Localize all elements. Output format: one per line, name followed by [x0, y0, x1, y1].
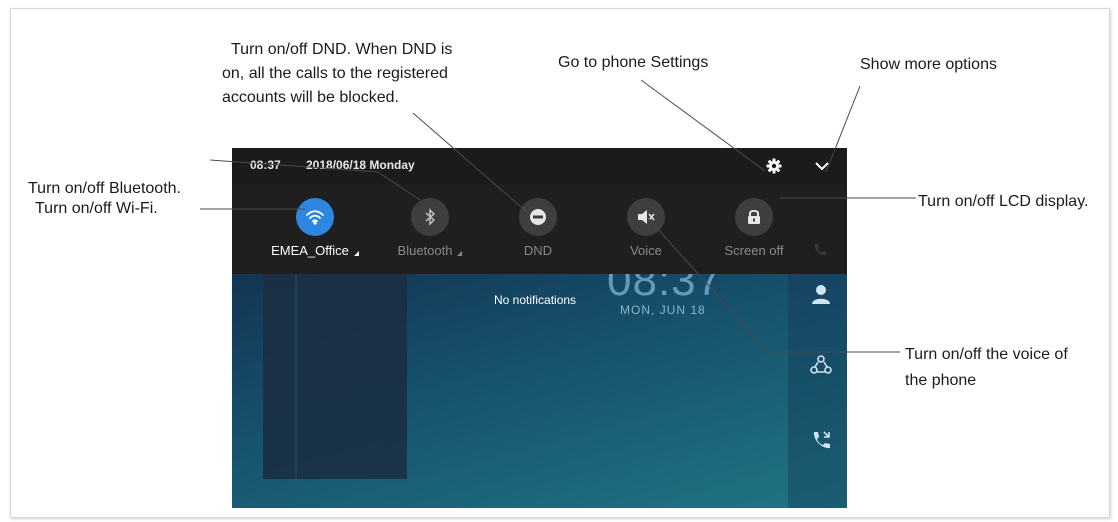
screen-off-toggle[interactable]: Screen off	[704, 198, 804, 268]
speaker-muted-icon	[627, 198, 665, 236]
quick-settings-panel: EMEA_Office Bluetooth DND Voice Screen o…	[232, 184, 847, 274]
gear-icon[interactable]	[764, 156, 784, 176]
bluetooth-icon	[411, 198, 449, 236]
phone-screen: No notifications 08:37 MON, JUN 18 08:37…	[232, 148, 847, 508]
annotation-wifi: Turn on/off Wi-Fi.	[35, 200, 158, 217]
screen-off-toggle-label: Screen off	[724, 243, 784, 258]
wifi-toggle[interactable]: EMEA_Office	[265, 198, 365, 268]
call-log-icon[interactable]	[809, 428, 833, 452]
home-clock-date: MON, JUN 18	[620, 303, 706, 317]
dnd-toggle-label: DND	[523, 243, 553, 258]
contact-icon[interactable]	[809, 282, 833, 306]
widget-panel	[263, 274, 407, 479]
wifi-icon	[296, 198, 334, 236]
wifi-toggle-label: EMEA_Office	[255, 243, 375, 258]
status-bar: 08:37 2018/06/18 Monday	[232, 148, 847, 184]
chevron-down-icon[interactable]	[812, 156, 832, 176]
voice-toggle[interactable]: Voice	[596, 198, 696, 268]
dnd-toggle[interactable]: DND	[488, 198, 588, 268]
voice-toggle-label: Voice	[630, 243, 662, 258]
no-notifications-text: No notifications	[494, 293, 577, 307]
handset-icon	[810, 240, 830, 260]
annotation-more-options: Show more options	[860, 56, 997, 73]
annotation-voice-line1: Turn on/off the voice of	[905, 346, 1068, 363]
bluetooth-toggle-label: Bluetooth	[370, 243, 490, 258]
annotation-voice-line2: the phone	[905, 372, 977, 389]
group-contacts-icon[interactable]	[809, 354, 833, 378]
side-dock	[788, 274, 847, 508]
annotation-settings: Go to phone Settings	[558, 54, 709, 71]
status-time: 08:37	[250, 158, 281, 172]
status-date: 2018/06/18 Monday	[306, 158, 415, 172]
annotation-dnd-line2: on, all the calls to the registered	[222, 65, 448, 82]
annotation-dnd-line3: accounts will be blocked.	[222, 89, 399, 106]
lock-icon	[735, 198, 773, 236]
dnd-icon	[519, 198, 557, 236]
annotation-lcd: Turn on/off LCD display.	[918, 193, 1089, 210]
annotation-dnd-line1: Turn on/off DND. When DND is	[231, 41, 453, 58]
bluetooth-toggle[interactable]: Bluetooth	[380, 198, 480, 268]
